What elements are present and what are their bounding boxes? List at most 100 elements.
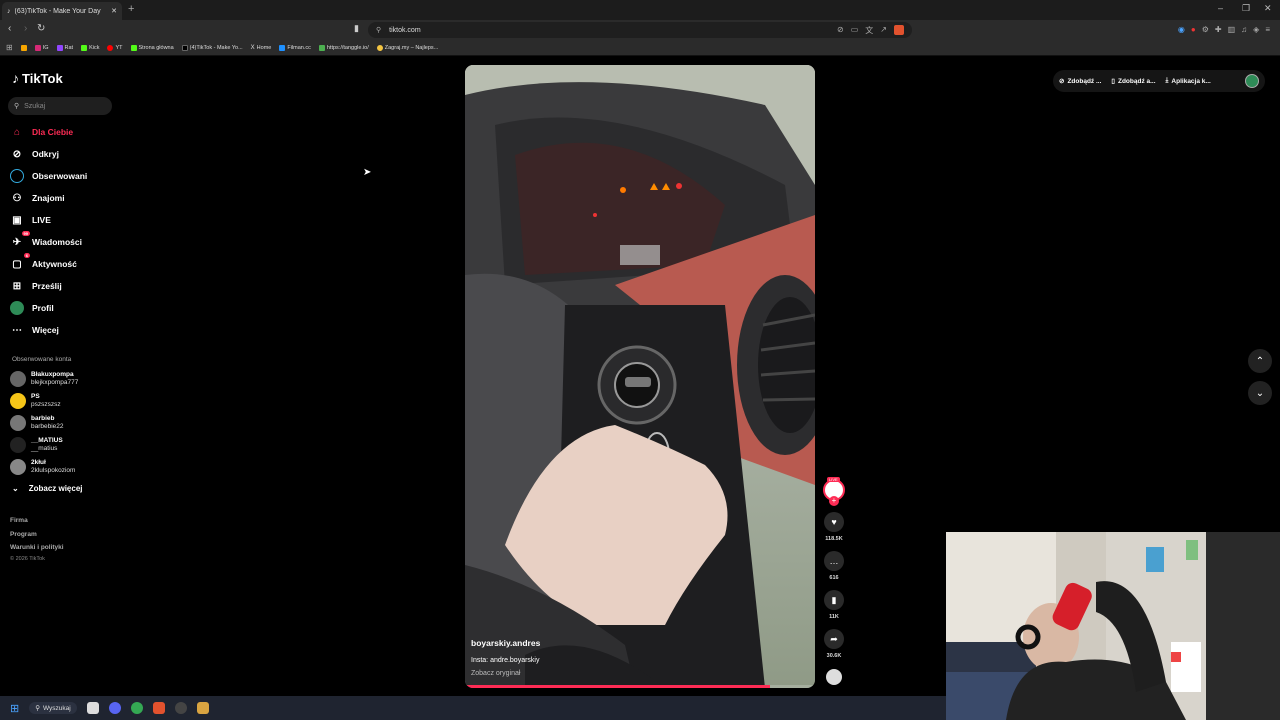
next-video-button[interactable]: ⌄ — [1248, 381, 1272, 405]
heart-icon[interactable]: ♥ — [824, 512, 844, 532]
avatar — [10, 437, 26, 453]
site-info-icon[interactable]: ⚲ — [376, 26, 381, 34]
new-tab-button[interactable]: + — [128, 3, 134, 15]
followed-account[interactable]: Błakuxpompa blejkxpompa777 — [10, 371, 78, 387]
music-icon[interactable]: ♫ — [1241, 25, 1247, 34]
nav-label: Prześlij — [32, 281, 62, 291]
search-input[interactable]: ⚲ Szukaj — [8, 97, 112, 115]
bookmark-item[interactable]: YT — [107, 44, 123, 51]
video-off-icon[interactable]: ⊘ — [837, 25, 844, 36]
footer-link-program[interactable]: Program — [10, 531, 37, 538]
nav-live[interactable]: ▣ LIVE — [10, 213, 51, 227]
app-icon[interactable] — [196, 702, 209, 714]
back-button[interactable]: ‹ — [8, 23, 11, 34]
followed-account[interactable]: PS pszszszsz — [10, 393, 61, 409]
restore-button[interactable]: ❐ — [1242, 3, 1250, 14]
nav-label: Aktywność — [32, 259, 77, 269]
apps-grid-icon[interactable]: ⊞ — [6, 43, 13, 52]
followed-account[interactable]: __MATIUS __matius — [10, 437, 63, 453]
footer-link-terms[interactable]: Warunki i polityki — [10, 544, 64, 551]
nav-upload[interactable]: ⊞ Prześlij — [10, 279, 62, 293]
top-right-actions: ⊘ Zdobądź ... ▯ Zdobądź a... ⤓ Aplikacja k.… — [1053, 70, 1265, 92]
wallet-icon[interactable]: ◈ — [1253, 25, 1259, 34]
video-progress-bar[interactable] — [465, 685, 815, 688]
see-more-button[interactable]: ⌄ Zobacz więcej — [12, 484, 83, 493]
account-username: barbebie22 — [31, 423, 64, 430]
extension-icon[interactable]: ⚙ — [1202, 25, 1209, 34]
bookmark-item[interactable] — [20, 44, 27, 51]
chrome-icon[interactable] — [130, 702, 143, 714]
close-window-button[interactable]: ✕ — [1264, 3, 1272, 14]
previous-video-button[interactable]: ⌃ — [1248, 349, 1272, 373]
pip-icon[interactable]: ▭ — [851, 25, 859, 36]
windows-start-icon[interactable]: ⊞ — [10, 702, 19, 715]
file-explorer-icon[interactable] — [86, 702, 99, 714]
browser-tab[interactable]: ♪ (63)TikTok - Make Your Day ✕ — [2, 2, 122, 20]
nav-activity[interactable]: ▢ 6 Aktywność — [10, 253, 77, 271]
nav-explore[interactable]: ⊘ Odkryj — [10, 147, 59, 161]
nav-more[interactable]: ⋯ Więcej — [10, 323, 59, 337]
video-player[interactable]: boyarskiy.andres Insta: andre.boyarskiy … — [465, 65, 815, 688]
tiktok-logo[interactable]: ♪ TikTok — [12, 70, 63, 86]
comment-action[interactable]: … 616 — [824, 551, 844, 581]
share-arrow-icon[interactable]: ➦ — [824, 629, 844, 649]
tiktok-note-icon: ♪ — [12, 70, 19, 86]
forward-button[interactable]: › — [24, 23, 27, 34]
taskbar-search[interactable]: ⚲ Wyszukaj — [29, 702, 77, 714]
tab-close-icon[interactable]: ✕ — [111, 7, 117, 15]
brave-icon[interactable] — [152, 702, 165, 714]
menu-icon[interactable]: ≡ — [1265, 25, 1270, 34]
comment-icon[interactable]: … — [824, 551, 844, 571]
nav-following[interactable]: Obserwowani — [10, 169, 87, 183]
share-action[interactable]: ➦ 30.6K — [824, 629, 844, 659]
get-coins-button[interactable]: ⊘ Zdobądź ... — [1059, 77, 1102, 86]
bookmark-item[interactable]: https://tanggle.io/ — [318, 44, 369, 51]
followed-account[interactable]: barbieb barbebie22 — [10, 415, 64, 431]
address-bar[interactable]: ⚲ tiktok.com ⊘ ▭ 文 ↗ — [368, 22, 912, 38]
footer-link-company[interactable]: Firma — [10, 517, 28, 524]
nav-friends[interactable]: ⚇ Znajomi — [10, 191, 65, 205]
desktop-app-button[interactable]: ⤓ Aplikacja k... — [1166, 77, 1211, 85]
user-avatar[interactable] — [1245, 74, 1259, 88]
account-username: pszszszsz — [31, 401, 61, 408]
minimize-button[interactable]: – — [1218, 3, 1223, 13]
following-icon — [10, 169, 24, 183]
like-action[interactable]: ♥ 118.5K — [824, 512, 844, 542]
bookmark-item[interactable]: (4)TikTok - Make Yo... — [181, 44, 243, 51]
see-original-link[interactable]: Zobacz oryginał — [471, 670, 520, 677]
save-action[interactable]: ▮ 11K — [824, 590, 844, 620]
share-count: 30.6K — [826, 653, 842, 659]
bookmark-item[interactable]: Kick — [81, 44, 99, 51]
bookmark-item[interactable]: Zagraj.my – Najleps... — [376, 44, 438, 51]
get-app-button[interactable]: ▯ Zdobądź a... — [1111, 77, 1155, 86]
bookmark-item[interactable]: IG — [34, 44, 49, 51]
avatar — [10, 415, 26, 431]
chevron-down-icon: ⌄ — [1255, 387, 1265, 399]
translate-icon[interactable]: 文 — [865, 25, 873, 36]
followed-account[interactable]: 2kłuł 2klulspokoziom — [10, 459, 75, 475]
bookmark-save-icon[interactable]: ▮ — [824, 590, 844, 610]
nav-profile[interactable]: Profil — [10, 301, 54, 315]
bookmark-icon[interactable]: ▮ — [354, 23, 359, 34]
bookmark-item[interactable]: X Home — [251, 45, 272, 51]
obs-icon[interactable] — [174, 702, 187, 714]
video-author[interactable]: boyarskiy.andres — [471, 638, 540, 648]
puzzle-icon[interactable]: ✚ — [1215, 25, 1222, 34]
bookmark-item[interactable]: Filman.cc — [279, 44, 311, 51]
extension-record-icon[interactable]: ● — [1191, 25, 1196, 34]
sidebar-toggle-icon[interactable]: ▥ — [1228, 25, 1236, 34]
brave-shield-icon[interactable] — [894, 24, 904, 35]
nav-for-you[interactable]: ⌂ Dla Ciebie — [10, 125, 73, 139]
extensions-area: ◉ ● ⚙ ✚ ▥ ♫ ◈ ≡ — [1178, 25, 1270, 34]
top-right-label: Zdobądź ... — [1067, 77, 1102, 85]
extension-icon[interactable]: ◉ — [1178, 25, 1185, 34]
share-icon[interactable]: ↗ — [880, 25, 887, 36]
follow-button[interactable]: + — [829, 496, 839, 506]
nav-messages[interactable]: ✈ 99 Wiadomości — [10, 231, 82, 249]
bookmark-item[interactable]: Strona główna — [130, 44, 174, 51]
bookmark-item[interactable]: Rat — [56, 44, 73, 51]
reload-button[interactable]: ↻ — [37, 23, 45, 34]
download-icon: ⤓ — [1165, 77, 1169, 84]
discord-icon[interactable] — [108, 702, 121, 714]
sound-disc-icon[interactable] — [826, 669, 842, 685]
